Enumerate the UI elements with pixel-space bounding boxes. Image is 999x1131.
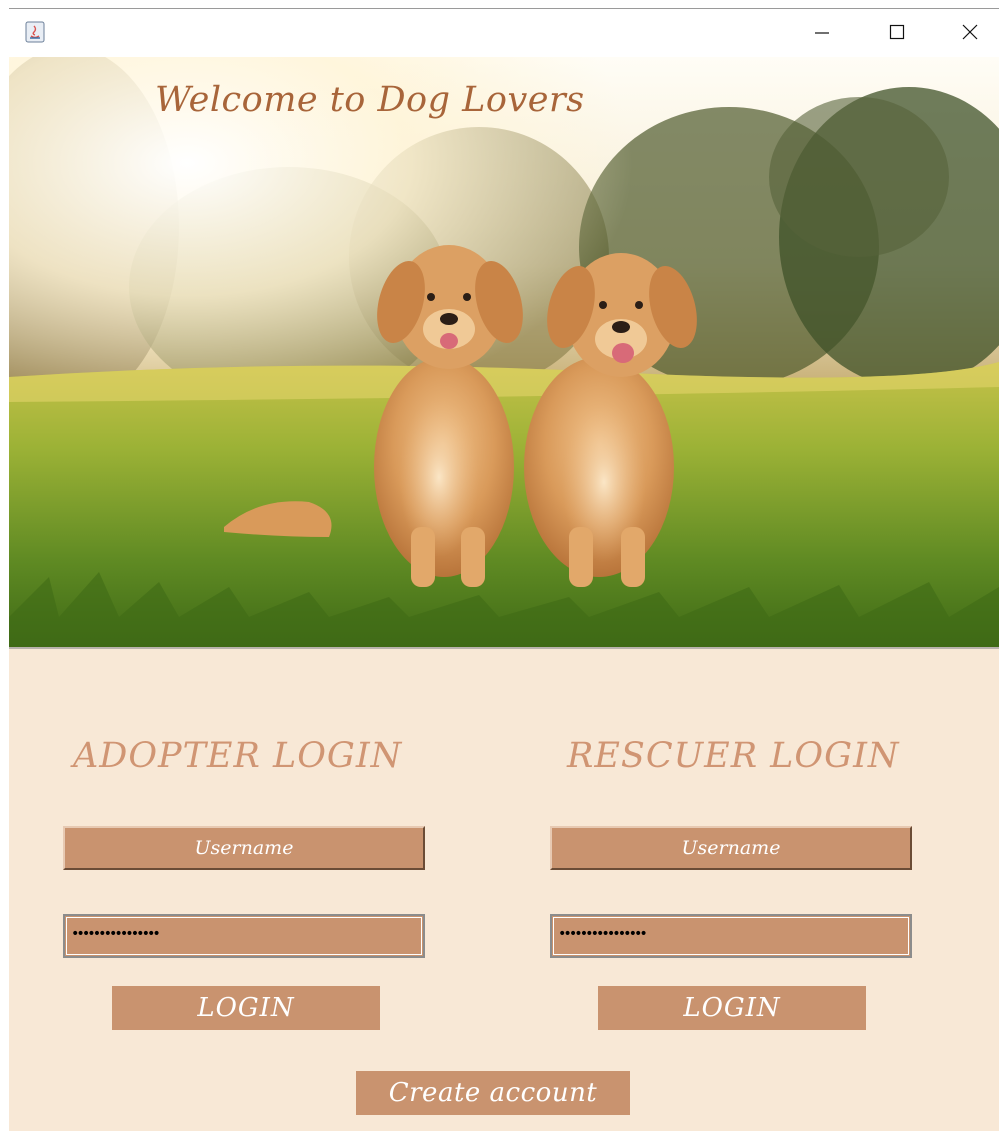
rescuer-username-label: Username: [681, 837, 781, 859]
adopter-login-title: ADOPTER LOGIN: [73, 736, 403, 776]
rescuer-username-field[interactable]: Username: [550, 826, 912, 870]
adopter-login-button[interactable]: LOGIN: [112, 986, 380, 1030]
close-icon: [962, 24, 978, 40]
minimize-button[interactable]: [799, 15, 845, 49]
maximize-button[interactable]: [874, 15, 920, 49]
hero-divider: [9, 647, 999, 649]
hero-image: [9, 57, 999, 647]
close-button[interactable]: [947, 15, 993, 49]
rescuer-password-value: ••••••••••••••••: [558, 926, 648, 942]
adopter-username-label: Username: [194, 837, 294, 859]
minimize-icon: [815, 32, 829, 34]
rescuer-login-button[interactable]: LOGIN: [598, 986, 866, 1030]
adopter-password-value: ••••••••••••••••: [71, 926, 161, 942]
adopter-password-field[interactable]: ••••••••••••••••: [63, 914, 425, 958]
welcome-heading: Welcome to Dog Lovers: [155, 80, 585, 120]
adopter-username-field[interactable]: Username: [63, 826, 425, 870]
java-app-icon: [25, 21, 45, 43]
app-window: Welcome to Dog Lovers ADOPTER LOGIN User…: [9, 8, 999, 1131]
create-account-button[interactable]: Create account: [356, 1071, 630, 1115]
title-bar[interactable]: [9, 8, 999, 57]
rescuer-login-title: RESCUER LOGIN: [567, 736, 900, 776]
maximize-icon: [889, 24, 905, 40]
rescuer-password-field[interactable]: ••••••••••••••••: [550, 914, 912, 958]
